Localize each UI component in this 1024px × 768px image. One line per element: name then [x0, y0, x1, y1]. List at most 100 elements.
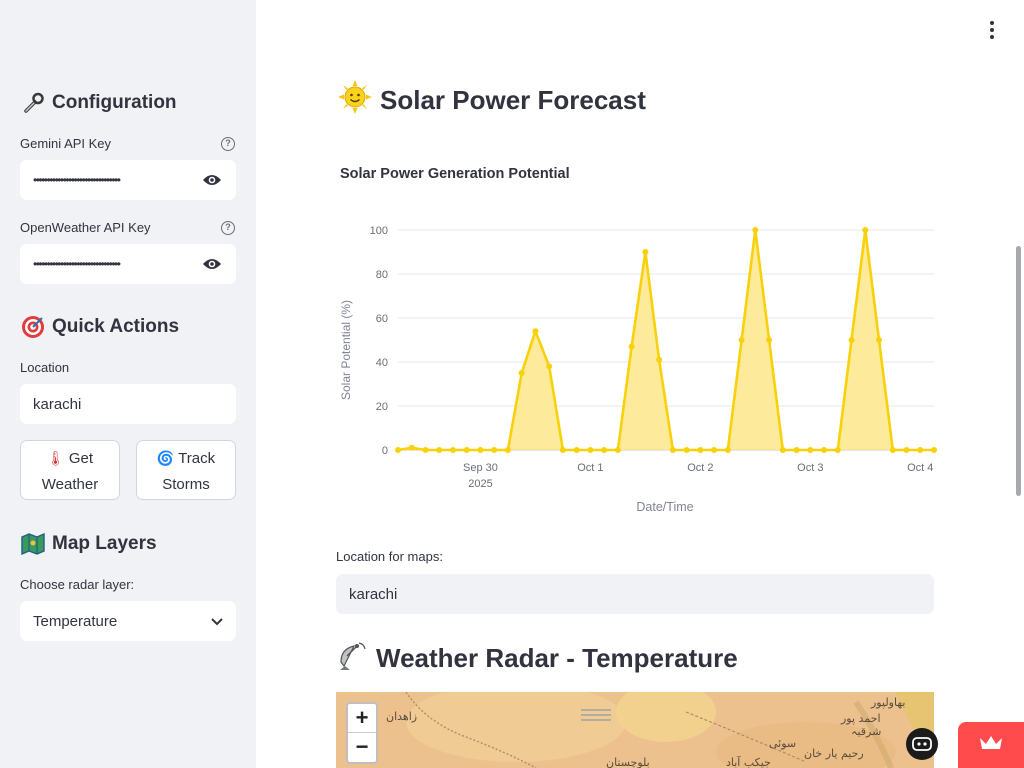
radar-layer-value: Temperature	[33, 612, 118, 630]
data-point[interactable]	[821, 447, 828, 453]
eye-icon[interactable]	[201, 169, 223, 191]
data-point[interactable]	[889, 447, 896, 453]
data-point[interactable]	[793, 447, 800, 453]
x-tick-label: Oct 1	[577, 462, 603, 474]
data-point[interactable]	[862, 227, 869, 233]
data-point[interactable]	[477, 447, 484, 453]
data-point[interactable]	[697, 447, 704, 453]
sidebar: Configuration Gemini API Key ? •••••••••…	[0, 0, 256, 768]
page-title-text: Solar Power Forecast	[380, 85, 646, 115]
get-weather-line2: Weather	[41, 476, 99, 493]
data-point[interactable]	[779, 447, 786, 453]
x-tick-label: Oct 2	[687, 462, 713, 474]
configuration-heading: Configuration	[20, 90, 177, 116]
map-label: شرقیہ	[851, 725, 882, 738]
configuration-heading-text: Configuration	[52, 92, 177, 113]
gemini-api-key-input[interactable]: ••••••••••••••••••••••••••••••••	[20, 160, 236, 200]
data-point[interactable]	[601, 447, 608, 453]
data-point[interactable]	[559, 447, 566, 453]
radar-layer-label: Choose radar layer:	[20, 577, 135, 592]
maps-location-label: Location for maps:	[336, 549, 443, 564]
track-storms-button[interactable]: 🌀 Track Storms	[136, 440, 236, 500]
y-tick-label: 60	[376, 313, 388, 325]
cyclone-icon: 🌀	[156, 450, 175, 466]
y-tick-label: 80	[376, 269, 388, 281]
radar-title: Weather Radar - Temperature	[338, 640, 738, 677]
map-label: جيکب آباد	[726, 756, 771, 768]
eye-icon[interactable]	[201, 253, 223, 275]
data-point[interactable]	[628, 343, 635, 350]
map-label: بلوچستان	[606, 756, 650, 768]
data-point[interactable]	[931, 447, 937, 453]
data-point[interactable]	[834, 447, 841, 453]
data-point[interactable]	[587, 447, 594, 453]
data-point[interactable]	[463, 447, 470, 453]
map-layers-heading-text: Map Layers	[52, 533, 157, 554]
map-label: بهاولپور	[871, 696, 906, 709]
data-point[interactable]	[848, 337, 855, 343]
data-point[interactable]	[766, 337, 773, 343]
track-storms-line2: Storms	[162, 476, 210, 493]
data-point[interactable]	[395, 447, 401, 453]
radar-layer-select[interactable]: Temperature	[20, 601, 236, 641]
gemini-api-key-value: ••••••••••••••••••••••••••••••••	[33, 173, 121, 187]
x-tick-label: Oct 4	[907, 462, 933, 474]
maps-location-input[interactable]: karachi	[336, 574, 934, 614]
data-point[interactable]	[573, 447, 580, 453]
y-tick-label: 20	[376, 401, 388, 413]
help-icon[interactable]: ?	[221, 137, 235, 151]
quick-actions-heading-text: Quick Actions	[52, 316, 180, 337]
zoom-out-button[interactable]: −	[348, 733, 376, 762]
data-point[interactable]	[903, 447, 910, 453]
data-point[interactable]	[917, 447, 924, 453]
x-tick-label: Sep 30	[463, 462, 498, 474]
data-point[interactable]	[532, 328, 539, 335]
page-title: Solar Power Forecast	[338, 80, 646, 121]
data-point[interactable]	[518, 370, 525, 376]
radar-title-text: Weather Radar - Temperature	[376, 643, 738, 673]
main-menu-icon[interactable]	[984, 20, 1000, 40]
location-label: Location	[20, 360, 70, 375]
sun-icon	[338, 80, 372, 121]
data-point[interactable]	[752, 227, 759, 233]
data-point[interactable]	[656, 356, 663, 363]
map-label: سوئی	[769, 737, 797, 750]
x-tick-sublabel: 2025	[468, 478, 492, 490]
track-storms-line1: Track	[178, 450, 216, 467]
data-point[interactable]	[876, 337, 883, 343]
data-point[interactable]	[449, 447, 456, 453]
data-point[interactable]	[711, 447, 718, 453]
data-point[interactable]	[738, 337, 745, 343]
gemini-api-key-label: Gemini API Key	[20, 136, 112, 151]
quick-actions-heading: Quick Actions	[20, 314, 179, 340]
data-point[interactable]	[683, 447, 690, 453]
location-input-value: karachi	[33, 395, 82, 413]
openweather-api-key-value: ••••••••••••••••••••••••••••••••	[33, 257, 121, 271]
openweather-api-key-input[interactable]: ••••••••••••••••••••••••••••••••	[20, 244, 236, 284]
data-point[interactable]	[642, 249, 649, 255]
data-point[interactable]	[614, 447, 621, 453]
chevron-down-icon	[211, 613, 223, 630]
get-weather-line1: Get	[68, 450, 94, 467]
wrench-icon	[20, 90, 46, 116]
radar-map[interactable]: + − زاهدان بهاولپور احمد پور شرقیہ سوئی …	[336, 692, 934, 768]
data-point[interactable]	[669, 447, 676, 453]
deploy-button[interactable]	[958, 722, 1024, 768]
chat-bot-icon[interactable]	[906, 728, 938, 760]
data-point[interactable]	[408, 444, 415, 451]
help-icon[interactable]: ?	[221, 221, 235, 235]
location-input[interactable]: karachi	[20, 384, 236, 424]
data-point[interactable]	[504, 447, 511, 453]
data-point[interactable]	[491, 447, 498, 453]
map-label: احمد پور	[841, 712, 881, 725]
zoom-in-button[interactable]: +	[348, 704, 376, 733]
data-point[interactable]	[546, 363, 553, 370]
data-point[interactable]	[807, 447, 814, 453]
map-label: زاهدان	[386, 710, 418, 723]
data-point[interactable]	[436, 447, 443, 453]
get-weather-button[interactable]: 🌡 Get Weather	[20, 440, 120, 500]
data-point[interactable]	[724, 447, 731, 453]
scrollbar[interactable]	[1016, 246, 1021, 496]
data-point[interactable]	[422, 447, 429, 453]
x-tick-label: Oct 3	[797, 462, 823, 474]
